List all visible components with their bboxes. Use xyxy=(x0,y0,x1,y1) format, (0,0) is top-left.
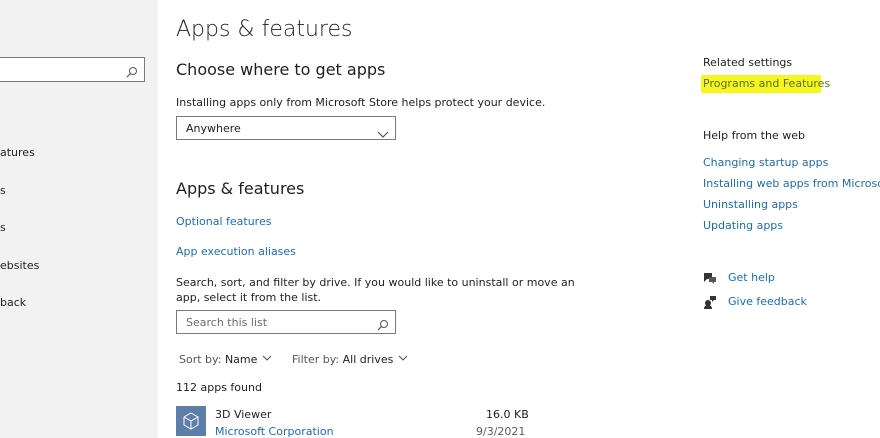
sort-label: Sort by: xyxy=(179,353,222,366)
dropdown-value: Anywhere xyxy=(186,122,241,135)
help-link-updating-apps[interactable]: Updating apps xyxy=(703,219,783,232)
sort-value: Name xyxy=(224,353,258,366)
settings-window: atures s s ebsites back Apps & features … xyxy=(0,0,880,438)
choose-section-heading: Choose where to get apps xyxy=(176,60,386,79)
search-list-input[interactable]: Search this list xyxy=(176,310,396,334)
apps-section-heading: Apps & features xyxy=(176,179,305,198)
optional-features-link[interactable]: Optional features xyxy=(176,215,271,228)
sidebar: atures s s ebsites back xyxy=(0,0,158,438)
chat-help-icon xyxy=(703,270,717,289)
page-title: Apps & features xyxy=(176,17,353,42)
app-size: 16.0 KB xyxy=(486,408,529,421)
apps-count: 112 apps found xyxy=(176,381,262,394)
app-execution-aliases-link[interactable]: App execution aliases xyxy=(176,245,296,258)
related-settings-title: Related settings xyxy=(703,56,793,69)
app-source-dropdown[interactable]: Anywhere xyxy=(176,116,396,140)
filter-value: All drives xyxy=(342,353,394,366)
sidebar-item-apps-features[interactable]: atures xyxy=(0,146,35,159)
give-feedback-link[interactable]: Give feedback xyxy=(728,295,807,308)
sort-by-dropdown[interactable]: Sort by: Name xyxy=(179,353,273,366)
help-link-installing-web-apps[interactable]: Installing web apps from Microsoft xyxy=(703,177,880,190)
chevron-down-icon xyxy=(261,353,273,366)
filter-by-dropdown[interactable]: Filter by: All drives xyxy=(292,353,409,366)
app-3d-viewer-icon xyxy=(176,406,206,436)
instructions-line-1: Search, sort, and filter by drive. If yo… xyxy=(176,276,575,289)
sidebar-item-video-playback[interactable]: back xyxy=(0,296,26,309)
sidebar-item-default-apps[interactable]: s xyxy=(0,184,6,197)
app-name: 3D Viewer xyxy=(215,408,272,421)
search-icon xyxy=(126,63,138,82)
programs-and-features-link[interactable]: Programs and Features xyxy=(703,77,830,90)
filter-label: Filter by: xyxy=(292,353,340,366)
app-publisher: Microsoft Corporation xyxy=(215,425,334,438)
help-link-uninstalling-apps[interactable]: Uninstalling apps xyxy=(703,198,798,211)
chevron-down-icon xyxy=(377,124,389,143)
search-icon xyxy=(377,316,389,335)
help-from-web-title: Help from the web xyxy=(703,129,805,142)
search-list-placeholder: Search this list xyxy=(186,316,268,329)
feedback-person-icon xyxy=(703,294,717,313)
sidebar-search-input[interactable] xyxy=(0,57,145,82)
sidebar-item-offline-maps[interactable]: s xyxy=(0,221,6,234)
choose-description: Installing apps only from Microsoft Stor… xyxy=(176,96,546,109)
app-date: 9/3/2021 xyxy=(476,425,526,438)
chevron-down-icon xyxy=(397,353,409,366)
help-link-startup-apps[interactable]: Changing startup apps xyxy=(703,156,828,169)
get-help-link[interactable]: Get help xyxy=(728,271,775,284)
sidebar-item-apps-for-websites[interactable]: ebsites xyxy=(0,259,39,272)
instructions-line-2: app, select it from the list. xyxy=(176,291,322,304)
